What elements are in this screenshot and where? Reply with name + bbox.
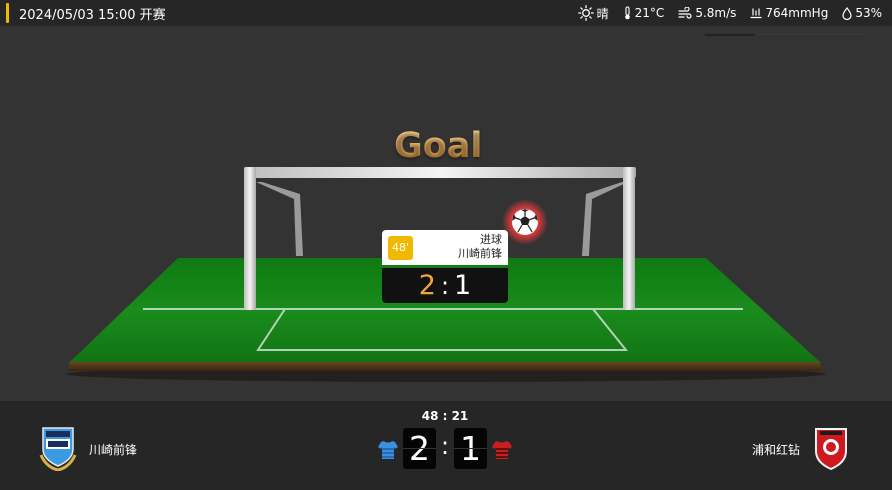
pressure-icon	[750, 8, 762, 19]
pressure-value: 764mmHg	[765, 6, 829, 20]
pitch-soil-edge	[68, 361, 822, 371]
sun-icon	[577, 5, 594, 21]
away-team-logo	[815, 428, 847, 471]
pitch-graphic	[66, 167, 826, 382]
match-clock: 48 : 21	[421, 409, 469, 423]
humidity-value: 53%	[855, 6, 882, 20]
weather-humidity: 53%	[842, 6, 882, 20]
temperature-value: 21°C	[634, 6, 665, 20]
popup-score-separator: :	[440, 272, 450, 300]
goal-banner: Goal	[394, 126, 483, 166]
goal-event-score: 2:1	[382, 268, 508, 303]
goal-event-type: 进球	[480, 233, 502, 246]
weather-temperature: 21°C	[623, 6, 665, 20]
away-team-name: 浦和红钻	[751, 443, 800, 457]
wind-icon	[678, 7, 692, 19]
home-score-display: 2	[403, 428, 436, 469]
popup-away-score: 1	[454, 270, 472, 301]
weather-wind: 5.8m/s	[678, 6, 736, 20]
football-icon	[502, 199, 548, 245]
wind-value: 5.8m/s	[695, 6, 737, 20]
match-live-widget: 2024/05/03 15:00 开赛 晴 21°C 5.8m/s 764mmH…	[0, 0, 892, 490]
home-kit-icon	[378, 441, 398, 459]
match-info-bar: 2024/05/03 15:00 开赛 晴 21°C 5.8m/s 764mmH…	[0, 0, 892, 26]
goal-event-team: 川崎前锋	[458, 247, 502, 260]
pitch-animation: Goal 48' 进球 川崎前锋 2:1	[0, 26, 892, 401]
goal-minute-badge: 48'	[388, 236, 413, 260]
thermometer-icon	[624, 6, 630, 20]
weather-info: 晴 21°C 5.8m/s 764mmHg 53%	[564, 5, 882, 21]
goal-event-text: 进球 川崎前锋	[458, 233, 502, 261]
popup-home-score: 2	[418, 270, 436, 301]
home-team-logo	[39, 427, 77, 471]
score-separator: :	[440, 432, 450, 460]
kickoff-time: 2024/05/03 15:00 开赛	[19, 8, 166, 23]
weather-pressure: 764mmHg	[750, 6, 828, 20]
accent-marker	[6, 3, 9, 23]
goal-event-popup: 48' 进球 川崎前锋 2:1	[382, 230, 508, 303]
weather-condition-label: 晴	[596, 6, 609, 21]
droplet-icon	[842, 6, 852, 20]
away-score-display: 1	[454, 428, 487, 469]
scoreboard: 48 : 21 川崎前锋 2 : 1 浦和红钻	[0, 401, 892, 490]
away-kit-icon	[492, 441, 512, 459]
home-team-name: 川崎前锋	[89, 443, 138, 457]
goal-event-info: 48' 进球 川崎前锋	[382, 230, 508, 265]
weather-condition: 晴	[577, 5, 609, 22]
